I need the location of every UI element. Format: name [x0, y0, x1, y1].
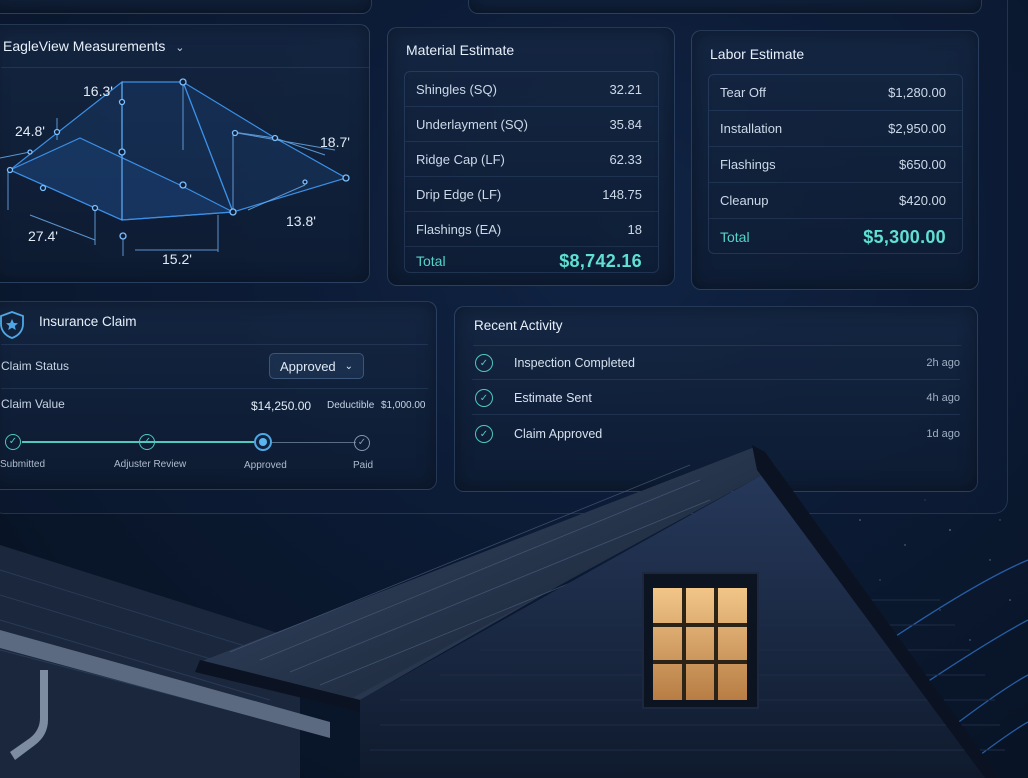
labor-estimate-panel: Labor Estimate Tear Off $1,280.00 Install… — [691, 30, 979, 290]
row-value: 18 — [627, 221, 642, 237]
row-value: 32.21 — [609, 81, 642, 97]
total-value: $8,742.16 — [559, 250, 642, 271]
activity-time: 1d ago — [926, 428, 960, 440]
total-row: Total $8,742.16 — [405, 247, 658, 275]
divider — [473, 345, 961, 346]
claim-status-select[interactable]: Approved ⌄ — [269, 353, 364, 379]
roof-wireframe-diagram — [0, 78, 350, 256]
measurement-label-6: 15.2' — [162, 251, 192, 267]
deductible-label: Deductible — [327, 400, 375, 411]
top-card-stub-right — [468, 0, 982, 14]
total-label: Total — [416, 253, 446, 269]
list-item[interactable]: ✓ Claim Approved 1d ago — [472, 418, 960, 450]
table-row: Ridge Cap (LF) 62.33 — [405, 142, 658, 177]
table-row: Underlayment (SQ) 35.84 — [405, 107, 658, 142]
table-row: Shingles (SQ) 32.21 — [405, 72, 658, 107]
step-check-icon: ✓ — [139, 434, 155, 450]
check-circle-icon: ✓ — [475, 389, 493, 407]
table-row: Drip Edge (LF) 148.75 — [405, 177, 658, 212]
table-row: Flashings $650.00 — [709, 147, 962, 183]
row-name: Installation — [720, 121, 783, 136]
activity-label: Claim Approved — [514, 427, 603, 441]
total-label: Total — [720, 229, 750, 245]
table-row: Cleanup $420.00 — [709, 183, 962, 219]
step-label: Approved — [244, 460, 287, 471]
divider — [1, 344, 428, 345]
step-current-icon — [254, 433, 272, 451]
insurance-claim-title: Insurance Claim — [39, 314, 137, 329]
row-value: $420.00 — [899, 193, 946, 208]
measurement-label-5: 27.4' — [28, 228, 58, 244]
table-row: Flashings (EA) 18 — [405, 212, 658, 247]
list-item[interactable]: ✓ Inspection Completed 2h ago — [472, 347, 960, 380]
row-name: Cleanup — [720, 193, 769, 208]
gable-wall — [360, 475, 1000, 778]
table-row: Tear Off $1,280.00 — [709, 75, 962, 111]
row-value: $2,950.00 — [888, 121, 946, 136]
list-item[interactable]: ✓ Estimate Sent 4h ago — [472, 382, 960, 415]
step-label: Paid — [353, 460, 374, 471]
measurement-label-2: 24.8' — [15, 123, 45, 139]
labor-estimate-title: Labor Estimate — [710, 46, 805, 62]
lit-window — [653, 588, 747, 700]
row-value: $650.00 — [899, 157, 946, 172]
left-roof — [0, 545, 300, 778]
row-name: Flashings (EA) — [416, 221, 502, 237]
row-value: $1,280.00 — [888, 85, 946, 100]
row-name: Ridge Cap (LF) — [416, 151, 505, 167]
measurements-title-text: EagleView Measurements — [3, 38, 166, 54]
row-name: Tear Off — [720, 85, 767, 100]
top-card-stub-left — [0, 0, 372, 14]
row-name: Drip Edge (LF) — [416, 186, 502, 202]
total-row: Total $5,300.00 — [709, 219, 962, 255]
chevron-down-icon: ⌄ — [344, 360, 353, 372]
measurements-title[interactable]: EagleView Measurements ⌄ — [3, 38, 185, 54]
deductible-amount: $1,000.00 — [381, 400, 426, 411]
material-table: Shingles (SQ) 32.21 Underlayment (SQ) 35.8… — [404, 71, 659, 273]
activity-time: 2h ago — [926, 357, 960, 369]
window-frame — [642, 572, 759, 709]
lower-fascia — [195, 660, 360, 712]
measurement-label-3: 18.7' — [320, 134, 350, 150]
measurement-label-4: 13.8' — [286, 213, 316, 229]
activity-label: Inspection Completed — [514, 356, 635, 370]
step-label: Submitted — [0, 459, 46, 470]
activity-time: 4h ago — [926, 392, 960, 404]
claim-value-amount: $14,250.00 — [251, 399, 312, 413]
table-row: Installation $2,950.00 — [709, 111, 962, 147]
recent-activity-title: Recent Activity — [474, 318, 563, 333]
measurement-label-1: 16.3' — [83, 83, 113, 99]
row-value: 148.75 — [602, 186, 642, 202]
claim-status-label: Claim Status — [1, 359, 70, 373]
step-check-icon: ✓ — [5, 434, 21, 450]
chevron-down-icon[interactable]: ⌄ — [175, 42, 184, 54]
row-value: 62.33 — [609, 151, 642, 167]
downspout — [10, 670, 48, 760]
row-name: Shingles (SQ) — [416, 81, 497, 97]
step-label: Adjuster Review — [114, 459, 187, 470]
row-value: 35.84 — [609, 116, 642, 132]
check-circle-icon: ✓ — [475, 354, 493, 372]
activity-label: Estimate Sent — [514, 391, 592, 405]
shield-icon — [0, 311, 24, 339]
divider — [1, 388, 428, 389]
gutter — [0, 630, 330, 738]
claim-value-label: Claim Value — [1, 397, 65, 411]
row-name: Flashings — [720, 157, 776, 172]
total-value: $5,300.00 — [863, 226, 946, 247]
claim-status-value: Approved — [280, 358, 336, 374]
progress-track-rest — [272, 442, 356, 443]
row-name: Underlayment (SQ) — [416, 116, 528, 132]
progress-track-done — [22, 441, 254, 443]
labor-table: Tear Off $1,280.00 Installation $2,950.00 … — [708, 74, 963, 254]
material-estimate-title: Material Estimate — [406, 42, 515, 58]
material-estimate-panel: Material Estimate Shingles (SQ) 32.21 Und… — [387, 27, 675, 286]
check-circle-icon: ✓ — [475, 425, 493, 443]
step-pending-icon: ✓ — [354, 435, 370, 451]
